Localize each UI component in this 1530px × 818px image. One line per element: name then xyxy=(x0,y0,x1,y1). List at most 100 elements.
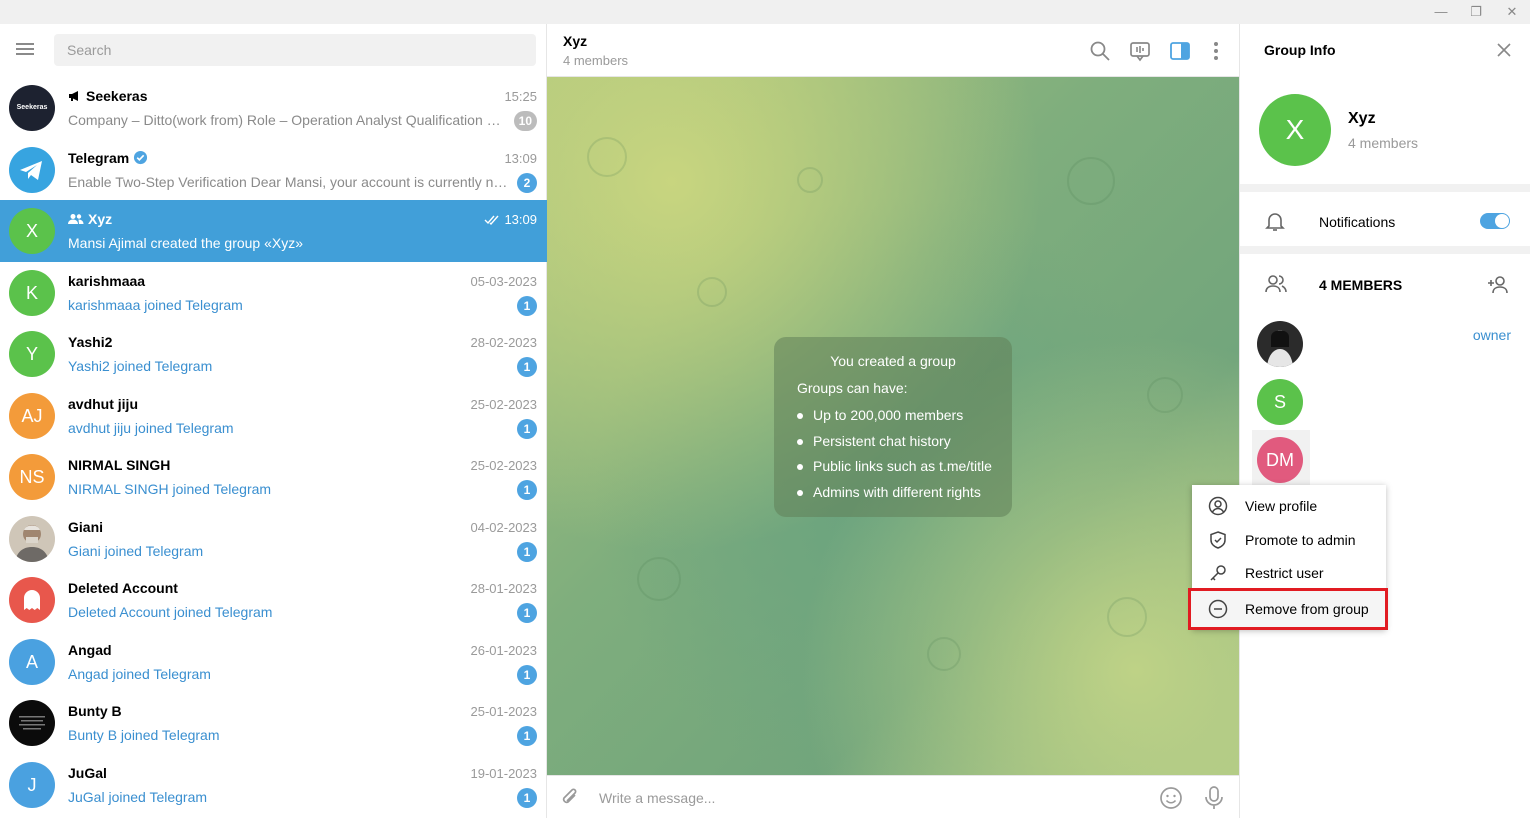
avatar xyxy=(9,146,55,193)
unread-badge: 1 xyxy=(517,664,537,685)
chat-list: Seekeras Seekeras 15:25 Company – Ditto(… xyxy=(0,77,547,815)
chat-header[interactable]: Xyz 4 members xyxy=(547,24,1239,77)
close-icon[interactable] xyxy=(1496,42,1512,58)
avatar: J xyxy=(9,761,55,808)
menu-item-label: Promote to admin xyxy=(1245,532,1356,548)
chat-item-xyz[interactable]: X Xyz 13:09 Mansi Ajimal created the gro… xyxy=(0,200,547,262)
sidebar-toggle-icon[interactable] xyxy=(1169,40,1191,62)
chat-name: karishmaaa xyxy=(68,272,146,289)
chat-name: Telegram xyxy=(68,149,130,166)
chat-item-deleted-account[interactable]: Deleted Account 28-01-2023 Deleted Accou… xyxy=(0,569,547,631)
group-name: Xyz xyxy=(1348,110,1376,127)
service-list-item: Public links such as t.me/title xyxy=(797,458,992,474)
search-icon[interactable] xyxy=(1089,40,1111,62)
chat-last-message: Yashi2 joined Telegram xyxy=(68,358,213,374)
avatar-photo xyxy=(9,515,55,562)
wallpaper-doodle xyxy=(1067,157,1115,205)
member-row[interactable]: S xyxy=(1240,376,1530,428)
wallpaper-doodle xyxy=(587,137,627,177)
unread-badge: 1 xyxy=(517,480,537,500)
group-avatar[interactable]: X xyxy=(1259,94,1331,166)
double-check-icon xyxy=(484,215,499,225)
chat-panel: Xyz 4 members You created a group Groups… xyxy=(547,24,1239,818)
chat-last-message: Giani joined Telegram xyxy=(68,542,204,559)
bell-icon xyxy=(1265,213,1285,231)
avatar: Seekeras xyxy=(9,85,55,131)
unread-badge: 1 xyxy=(517,295,537,316)
chat-time: 13:09 xyxy=(504,212,537,227)
menu-item-restrict-user[interactable]: Restrict user xyxy=(1192,556,1386,589)
chat-name: Angad xyxy=(68,641,112,658)
chat-last-message: avdhut jiju joined Telegram xyxy=(68,419,234,436)
chat-item-angad[interactable]: A Angad 26-01-2023 Angad joined Telegram… xyxy=(0,631,547,693)
chat-item-seekeras[interactable]: Seekeras Seekeras 15:25 Company – Ditto(… xyxy=(0,77,547,139)
unread-badge: 10 xyxy=(513,111,537,131)
add-member-icon[interactable] xyxy=(1487,274,1511,296)
chat-time: 25-02-2023 xyxy=(470,458,538,473)
chat-name: avdhut jiju xyxy=(68,395,138,412)
chat-item-karishmaaa[interactable]: K karishmaaa 05-03-2023 karishmaaa joine… xyxy=(0,262,547,324)
key-icon xyxy=(1210,565,1226,581)
chat-last-message: Angad joined Telegram xyxy=(68,665,211,682)
unread-badge: 1 xyxy=(517,603,537,623)
minimize-button[interactable]: — xyxy=(1429,2,1453,22)
unread-badge: 1 xyxy=(517,541,537,562)
chat-item-telegram[interactable]: Telegram 13:09 Enable Two-Step Verificat… xyxy=(0,139,547,201)
ghost-icon xyxy=(24,590,40,610)
chat-item-bunty-b[interactable]: Bunty B 25-01-2023 Bunty B joined Telegr… xyxy=(0,692,547,754)
message-input[interactable] xyxy=(599,786,1139,810)
chat-last-message: karishmaaa joined Telegram xyxy=(68,296,243,313)
member-avatar: DM xyxy=(1257,437,1303,483)
chat-name: Xyz xyxy=(88,211,113,227)
member-context-menu: View profile Promote to admin Restrict u… xyxy=(1188,485,1388,630)
wallpaper-doodle xyxy=(637,557,681,601)
members-icon xyxy=(1265,275,1287,293)
avatar: K xyxy=(9,269,55,316)
chat-time: 25-01-2023 xyxy=(470,704,538,719)
unread-badge: 1 xyxy=(517,418,537,439)
unread-badge: 1 xyxy=(517,357,537,377)
hamburger-icon[interactable] xyxy=(16,40,38,60)
chat-item-nirmal-singh[interactable]: NS NIRMAL SINGH 25-02-2023 NIRMAL SINGH … xyxy=(0,446,547,508)
member-row[interactable] xyxy=(1240,318,1530,370)
restore-button[interactable]: ❐ xyxy=(1464,2,1488,22)
member-avatar: S xyxy=(1257,379,1303,425)
notifications-label: Notifications xyxy=(1319,214,1396,230)
attach-icon[interactable] xyxy=(559,786,581,808)
user-circle-icon xyxy=(1208,496,1228,516)
service-title: You created a group xyxy=(830,353,956,369)
emoji-icon[interactable] xyxy=(1159,786,1183,810)
live-chat-icon[interactable] xyxy=(1129,40,1151,62)
more-vertical-icon[interactable] xyxy=(1205,40,1227,62)
person-photo-icon xyxy=(15,524,49,562)
menu-item-promote-to-admin[interactable]: Promote to admin xyxy=(1192,523,1386,556)
avatar: Y xyxy=(9,331,55,377)
wallpaper-doodle xyxy=(927,637,961,671)
notifications-toggle[interactable] xyxy=(1480,213,1510,229)
member-avatar-photo xyxy=(1257,321,1303,367)
chat-last-message: Bunty B joined Telegram xyxy=(68,727,220,743)
menu-item-remove-from-group[interactable]: Remove from group xyxy=(1188,588,1388,630)
window-titlebar: — ❐ ✕ xyxy=(0,0,1530,24)
close-window-button[interactable]: ✕ xyxy=(1500,2,1524,22)
chat-item-jugal[interactable]: J JuGal 19-01-2023 JuGal joined Telegram… xyxy=(0,754,547,816)
menu-item-view-profile[interactable]: View profile xyxy=(1192,489,1386,522)
chat-name: Bunty B xyxy=(68,703,122,719)
chat-last-message: Deleted Account joined Telegram xyxy=(68,604,273,620)
avatar: A xyxy=(9,638,55,685)
chat-item-avdhut-jiju[interactable]: AJ avdhut jiju 25-02-2023 avdhut jiju jo… xyxy=(0,385,547,447)
chat-name: Yashi2 xyxy=(68,334,113,350)
text-image-icon xyxy=(19,716,45,730)
search-input[interactable] xyxy=(54,34,536,66)
chat-title[interactable]: Xyz xyxy=(563,33,587,49)
chat-item-yashi2[interactable]: Y Yashi2 28-02-2023 Yashi2 joined Telegr… xyxy=(0,323,547,385)
shield-icon xyxy=(1210,531,1226,549)
chat-item-giani[interactable]: Giani 04-02-2023 Giani joined Telegram 1 xyxy=(0,508,547,570)
chat-name: JuGal xyxy=(68,764,107,781)
microphone-icon[interactable] xyxy=(1203,785,1225,811)
service-subtitle: Groups can have: xyxy=(797,380,908,396)
member-row[interactable]: DM xyxy=(1240,434,1530,486)
chat-time: 25-02-2023 xyxy=(470,396,538,412)
verified-badge-icon xyxy=(134,150,148,165)
avatar-photo xyxy=(9,700,55,746)
